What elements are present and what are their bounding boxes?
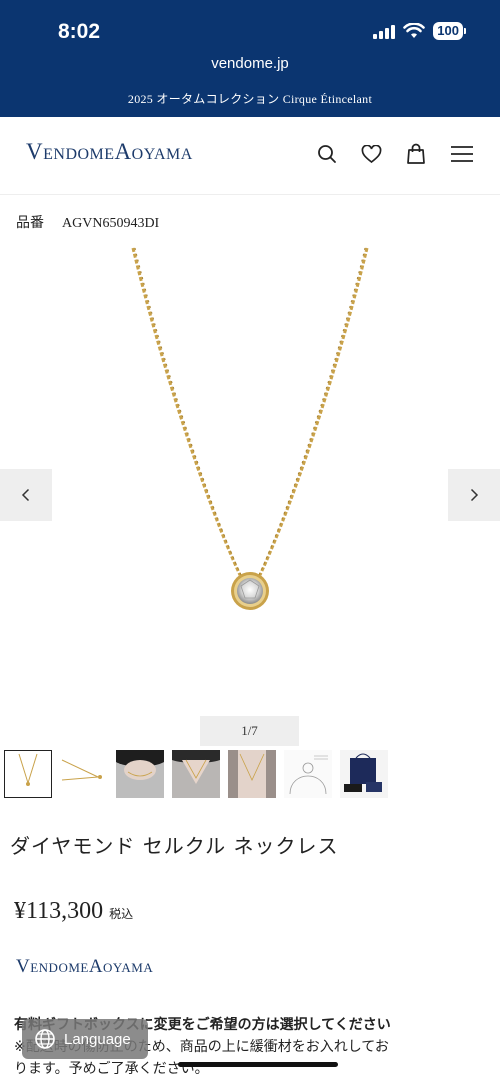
hamburger-menu-icon[interactable] xyxy=(450,145,474,163)
product-image-gallery[interactable] xyxy=(0,240,500,710)
necklace-image xyxy=(131,247,369,610)
thumbnail-5[interactable] xyxy=(228,750,276,798)
battery-level: 100 xyxy=(433,22,463,40)
thumbnail-4[interactable] xyxy=(172,750,220,798)
thumbnail-1[interactable] xyxy=(4,750,52,798)
product-code-value: AGVN650943DI xyxy=(62,216,160,231)
price-value: ¥113,300 xyxy=(14,898,104,924)
site-header: VendomeAoyama xyxy=(0,117,500,195)
home-indicator xyxy=(178,1062,338,1067)
thumbnail-strip xyxy=(4,750,388,798)
cellular-signal-icon xyxy=(373,23,396,39)
status-time: 8:02 xyxy=(58,20,101,43)
brand-name[interactable]: VendomeAoyama xyxy=(16,956,153,978)
chevron-right-icon xyxy=(470,488,479,502)
shopping-bag-icon[interactable] xyxy=(406,143,426,165)
promo-banner[interactable]: 2025 オータムコレクション Cirque Étincelant xyxy=(0,90,500,107)
thumbnail-3[interactable] xyxy=(116,750,164,798)
status-icons: 100 xyxy=(373,22,466,40)
header-icons xyxy=(317,143,474,165)
brand-logo[interactable]: VendomeAoyama xyxy=(26,139,193,165)
product-title: ダイヤモンド セルクル ネックレス xyxy=(10,834,339,858)
tax-label: 税込 xyxy=(109,907,134,921)
product-code-label: 品番 xyxy=(16,216,44,231)
address-bar-url[interactable]: vendome.jp xyxy=(0,55,500,72)
heart-icon[interactable] xyxy=(361,144,382,164)
thumbnail-7[interactable] xyxy=(340,750,388,798)
image-counter: 1/7 xyxy=(200,716,299,746)
language-button[interactable]: Language xyxy=(22,1019,148,1059)
thumbnail-6[interactable] xyxy=(284,750,332,798)
next-image-button[interactable] xyxy=(448,469,500,521)
previous-image-button[interactable] xyxy=(0,469,52,521)
search-icon[interactable] xyxy=(317,144,337,164)
thumbnail-2[interactable] xyxy=(60,750,108,798)
product-code: 品番 AGVN650943DI xyxy=(16,212,159,232)
chevron-left-icon xyxy=(21,488,30,502)
browser-top-bar: 8:02 100 vendome.jp 2025 オータムコレクション Cirq… xyxy=(0,0,500,117)
battery-icon: 100 xyxy=(433,22,466,40)
product-price: ¥113,300 税込 xyxy=(14,898,133,925)
language-label: Language xyxy=(64,1030,131,1048)
wifi-icon xyxy=(403,23,426,38)
globe-icon xyxy=(35,1029,55,1049)
